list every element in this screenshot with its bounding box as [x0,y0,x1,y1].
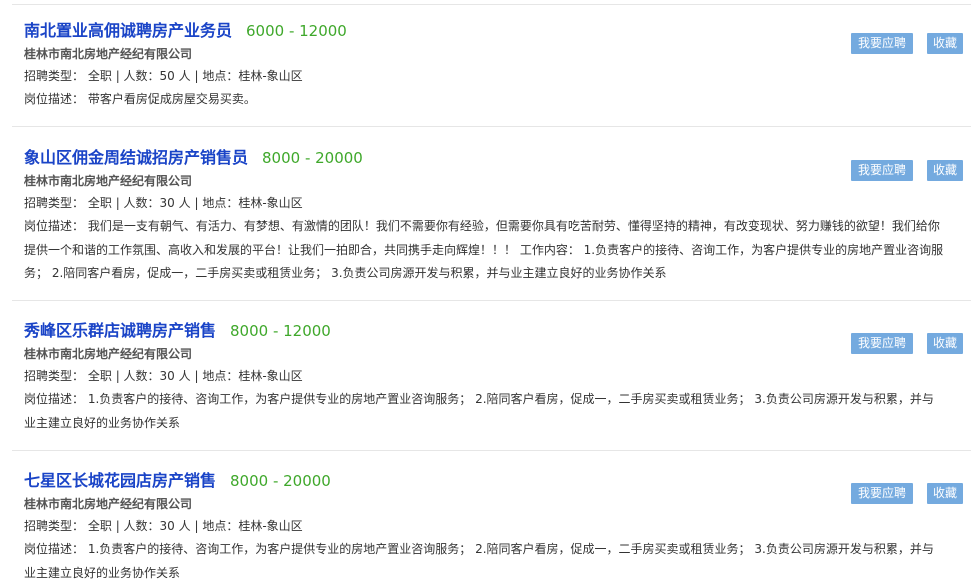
job-type-label: 招聘类型： [24,369,85,383]
job-meta: 招聘类型： 全职 | 人数：50 人 | 地点：桂林-象山区 [24,64,971,88]
job-location: 地点：桂林-象山区 [202,69,303,83]
job-item: 象山区佣金周结诚招房产销售员 8000 - 20000 桂林市南北房地产经纪有限… [12,126,971,300]
meta-separator: | [115,69,124,83]
job-type-value: 全职 [87,196,112,210]
job-location: 地点：桂林-象山区 [202,519,303,533]
favorite-button[interactable]: 收藏 [927,160,963,181]
job-headcount: 人数：30 人 [123,196,191,210]
job-salary: 8000 - 20000 [230,472,331,490]
job-actions: 我要应聘 收藏 [851,33,963,54]
job-header: 象山区佣金周结诚招房产销售员 8000 - 20000 [24,144,971,170]
job-title-link[interactable]: 秀峰区乐群店诚聘房产销售 [24,317,216,341]
job-meta: 招聘类型： 全职 | 人数：30 人 | 地点：桂林-象山区 [24,364,971,388]
job-description: 岗位描述： 1.负责客户的接待、咨询工作，为客户提供专业的房地产置业咨询服务； … [24,388,944,435]
job-actions: 我要应聘 收藏 [851,333,963,354]
job-header: 七星区长城花园店房产销售 8000 - 20000 [24,467,971,493]
job-salary: 8000 - 12000 [230,322,331,340]
job-desc-text: 带客户看房促成房屋交易买卖。 [87,92,256,106]
meta-separator: | [115,369,124,383]
job-desc-label: 岗位描述： [24,219,85,233]
job-meta: 招聘类型： 全职 | 人数：30 人 | 地点：桂林-象山区 [24,191,971,215]
favorite-button[interactable]: 收藏 [927,33,963,54]
company-name-link[interactable]: 桂林市南北房地产经纪有限公司 [24,494,971,514]
job-header: 南北置业高佣诚聘房产业务员 6000 - 12000 [24,17,971,43]
job-location: 地点：桂林-象山区 [202,369,303,383]
job-salary: 8000 - 20000 [262,149,363,167]
job-description: 岗位描述： 1.负责客户的接待、咨询工作，为客户提供专业的房地产置业咨询服务； … [24,538,944,585]
job-headcount: 人数：50 人 [123,69,191,83]
job-title-link[interactable]: 七星区长城花园店房产销售 [24,467,216,491]
job-item: 秀峰区乐群店诚聘房产销售 8000 - 12000 桂林市南北房地产经纪有限公司… [12,300,971,450]
company-name-link[interactable]: 桂林市南北房地产经纪有限公司 [24,44,971,64]
job-actions: 我要应聘 收藏 [851,160,963,181]
company-name-link[interactable]: 桂林市南北房地产经纪有限公司 [24,344,971,364]
job-item: 七星区长城花园店房产销售 8000 - 20000 桂林市南北房地产经纪有限公司… [12,450,971,588]
job-meta: 招聘类型： 全职 | 人数：30 人 | 地点：桂林-象山区 [24,514,971,538]
job-headcount: 人数：30 人 [123,519,191,533]
job-type-label: 招聘类型： [24,196,85,210]
job-type-label: 招聘类型： [24,69,85,83]
job-title-link[interactable]: 南北置业高佣诚聘房产业务员 [24,17,232,41]
favorite-button[interactable]: 收藏 [927,483,963,504]
job-salary: 6000 - 12000 [246,22,347,40]
job-desc-text: 1.负责客户的接待、咨询工作，为客户提供专业的房地产置业咨询服务； 2.陪同客户… [24,392,934,430]
job-desc-label: 岗位描述： [24,542,85,556]
job-location: 地点：桂林-象山区 [202,196,303,210]
job-type-value: 全职 [87,69,112,83]
job-type-value: 全职 [87,369,112,383]
job-actions: 我要应聘 收藏 [851,483,963,504]
job-desc-text: 1.负责客户的接待、咨询工作，为客户提供专业的房地产置业咨询服务； 2.陪同客户… [24,542,934,580]
apply-button[interactable]: 我要应聘 [851,160,913,181]
apply-button[interactable]: 我要应聘 [851,33,913,54]
company-name-link[interactable]: 桂林市南北房地产经纪有限公司 [24,171,971,191]
job-title-link[interactable]: 象山区佣金周结诚招房产销售员 [24,144,248,168]
meta-separator: | [115,519,124,533]
job-desc-label: 岗位描述： [24,92,85,106]
job-desc-text: 我们是一支有朝气、有活力、有梦想、有激情的团队！我们不需要你有经验，但需要你具有… [24,219,944,280]
apply-button[interactable]: 我要应聘 [851,483,913,504]
job-type-label: 招聘类型： [24,519,85,533]
job-headcount: 人数：30 人 [123,369,191,383]
favorite-button[interactable]: 收藏 [927,333,963,354]
job-type-value: 全职 [87,519,112,533]
meta-separator: | [115,196,124,210]
job-header: 秀峰区乐群店诚聘房产销售 8000 - 12000 [24,317,971,343]
job-description: 岗位描述： 我们是一支有朝气、有活力、有梦想、有激情的团队！我们不需要你有经验，… [24,215,944,286]
apply-button[interactable]: 我要应聘 [851,333,913,354]
job-description: 岗位描述： 带客户看房促成房屋交易买卖。 [24,88,944,112]
job-item: 南北置业高佣诚聘房产业务员 6000 - 12000 桂林市南北房地产经纪有限公… [12,4,971,126]
job-desc-label: 岗位描述： [24,392,85,406]
